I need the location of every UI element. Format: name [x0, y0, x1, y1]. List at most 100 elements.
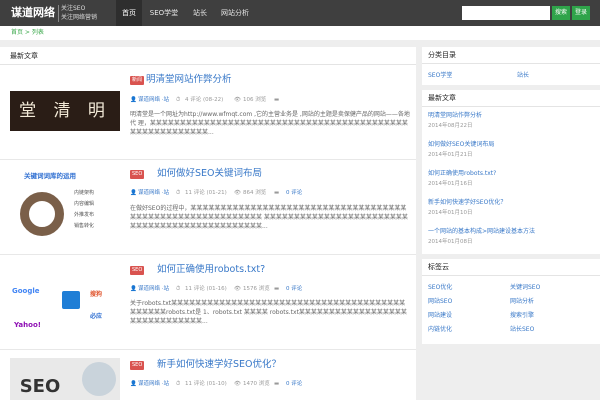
post-thumbnail[interactable]: SEO [10, 358, 120, 400]
post-date: 11 评论 (01-16) [185, 286, 227, 292]
nav-seo[interactable]: SEO学堂 [146, 0, 182, 26]
widget-tag-cloud: 标签云 SEO优化 关键词SEO 网站SEO 网站分析 网站建设 搜索引擎 内链… [422, 259, 600, 344]
post-author[interactable]: 谋道网络 ·站 [138, 380, 169, 388]
post-excerpt: 明清堂是一个网址为http://www.wfmqt.com ,它的主营业务是 ,… [130, 111, 410, 136]
main-panel: 最新文章 堂 清 明 新闻 明清堂网站作弊分析 👤 谋道网络 ·站 ⏱ 4 评论… [0, 47, 416, 400]
recent-post-link[interactable]: 一个网站的基本构成>网站建设基本方法 [428, 227, 535, 236]
nav-home[interactable]: 首页 [116, 0, 142, 26]
comment-icon: ▬ [274, 97, 280, 103]
post-tag[interactable]: 新闻 [130, 76, 145, 85]
tag-link[interactable]: SEO优化 [428, 283, 452, 292]
post-title[interactable]: 新手如何快速学好SEO优化？ [157, 359, 281, 371]
main-title: 最新文章 [10, 52, 38, 60]
login-button[interactable]: 登录 [572, 6, 590, 20]
post-item: Google Yahoo! 必应 搜狗 SEO 如何正确使用robots.txt… [0, 255, 416, 350]
post-tag[interactable]: SEO [130, 170, 145, 179]
recent-post-date: 2014年01月08日 [428, 239, 473, 245]
site-slogan: 关注SEO 关注网络营销 [61, 4, 97, 22]
post-views: 1576 浏览 [243, 286, 270, 292]
post-date: 11 评论 (01-21) [185, 190, 227, 196]
post-thumbnail[interactable]: 堂 清 明 [10, 91, 120, 131]
post-excerpt: 在做好SEO的过程中，某某某某某某某某某某某某某某某某某某某某某某某某某某某某某… [130, 205, 408, 230]
nav-webmaster[interactable]: 站长 [188, 0, 212, 26]
logo-divider [58, 5, 59, 22]
tag-link[interactable]: 关键词SEO [510, 283, 540, 292]
post-title[interactable]: 明清堂网站作弊分析 [146, 74, 232, 86]
thumb-google: Google [12, 287, 40, 295]
author-icon: 👤 [130, 286, 137, 292]
clock-icon: ⏱ [176, 286, 181, 292]
thumb-bing: 必应 [90, 313, 103, 320]
recent-post-link[interactable]: 如何做好SEO关键词布局 [428, 140, 494, 149]
widget-title: 标签云 [422, 259, 600, 276]
post-views: 864 浏览 [243, 190, 267, 196]
site-logo[interactable]: 谋道网络 [11, 5, 55, 21]
post-title[interactable]: 如何正确使用robots.txt? [157, 264, 265, 276]
post-excerpt: 关于robots.txt某某某某某某某某某某某某某某某某某某某某某某某某某某某某… [130, 300, 407, 325]
post-comments[interactable]: 0 评论 [286, 380, 302, 388]
breadcrumb-bar: 首页 > 列表 [0, 26, 600, 40]
post-date: 4 评论 (08-22) [185, 97, 224, 103]
comment-icon: ▬ [274, 286, 280, 292]
post-author[interactable]: 谋道网络 ·站 [138, 189, 169, 197]
author-icon: 👤 [130, 97, 137, 103]
eye-icon: 👁 [234, 190, 241, 196]
tag-link[interactable]: 网站分析 [510, 297, 534, 306]
recent-post-date: 2014年08月22日 [428, 123, 473, 129]
search-button[interactable]: 搜索 [552, 6, 570, 20]
tag-link[interactable]: 内链优化 [428, 325, 452, 334]
breadcrumb[interactable]: 首页 > 列表 [11, 28, 44, 38]
slogan-line-2: 关注网络营销 [61, 14, 98, 21]
thumb-label: 内容编辑 [74, 201, 95, 207]
tag-link[interactable]: 搜索引擎 [510, 311, 534, 320]
thumb-seo-text: SEO [19, 376, 61, 397]
post-item: 堂 清 明 新闻 明清堂网站作弊分析 👤 谋道网络 ·站 ⏱ 4 评论 (08-… [0, 65, 416, 160]
post-tag[interactable]: SEO [130, 361, 145, 370]
recent-post-date: 2014年01月16日 [428, 181, 473, 187]
widget-title: 分类目录 [422, 47, 600, 64]
thumb-ring [20, 192, 64, 236]
thumb-sogou: 搜狗 [90, 291, 103, 298]
thumb-label: 销售转化 [74, 223, 95, 229]
comment-icon: ▬ [274, 190, 280, 196]
sidebar: 分类目录 SEO学堂 站长 最新文章 明清堂网站作弊分析 2014年08月22日… [422, 47, 600, 400]
top-navbar: 谋道网络 关注SEO 关注网络营销 首页 SEO学堂 站长 网站分析 搜索 登录 [0, 0, 600, 26]
widget-categories: 分类目录 SEO学堂 站长 [422, 47, 600, 85]
recent-post-link[interactable]: 明清堂网站作弊分析 [428, 111, 482, 120]
post-tag[interactable]: SEO [130, 266, 145, 275]
thumb-title: 关键词词库的运用 [24, 172, 76, 180]
recent-post-date: 2014年01月21日 [428, 152, 473, 158]
category-link[interactable]: 站长 [517, 71, 529, 80]
widget-recent-posts: 最新文章 明清堂网站作弊分析 2014年08月22日 如何做好SEO关键词布局 … [422, 90, 600, 254]
post-comments[interactable]: 0 评论 [286, 285, 302, 293]
category-link[interactable]: SEO学堂 [428, 71, 452, 80]
post-views: 106 浏览 [243, 97, 267, 103]
search-input[interactable] [462, 6, 550, 20]
tag-link[interactable]: 站长SEO [510, 325, 534, 334]
post-comments[interactable]: 0 评论 [286, 189, 302, 197]
tag-link[interactable]: 网站SEO [428, 297, 452, 306]
post-item: 关键词词库的运用 内链架构 内容编辑 外推发布 销售转化 SEO 如何做好SEO… [0, 160, 416, 255]
clock-icon: ⏱ [176, 381, 181, 387]
author-icon: 👤 [130, 190, 137, 196]
nav-analysis[interactable]: 网站分析 [218, 0, 252, 26]
eye-icon: 👁 [234, 286, 241, 292]
recent-post-date: 2014年01月10日 [428, 210, 473, 216]
slogan-line-1: 关注SEO [61, 5, 86, 12]
post-thumbnail[interactable]: 关键词词库的运用 内链架构 内容编辑 外推发布 销售转化 [10, 166, 120, 250]
thumb-label: 外推发布 [74, 212, 95, 218]
comment-icon: ▬ [274, 381, 280, 387]
post-title[interactable]: 如何做好SEO关键词布局 [157, 168, 262, 180]
thumb-yahoo: Yahoo! [14, 321, 41, 329]
post-thumbnail[interactable]: Google Yahoo! 必应 搜狗 [10, 265, 120, 340]
thumb-label: 内链架构 [74, 190, 95, 196]
eye-icon: 👁 [234, 97, 241, 103]
recent-post-link[interactable]: 新手如何快速学好SEO优化？ [428, 198, 506, 207]
post-author[interactable]: 谋道网络 ·站 [138, 285, 169, 293]
post-item: SEO SEO 新手如何快速学好SEO优化？ 👤 谋道网络 ·站 ⏱ 11 评论… [0, 350, 416, 400]
thumb-calligraphy: 堂 清 明 [19, 101, 111, 121]
widget-title: 最新文章 [422, 90, 600, 107]
tag-link[interactable]: 网站建设 [428, 311, 452, 320]
post-author[interactable]: 谋道网络 ·站 [138, 96, 169, 104]
recent-post-link[interactable]: 如何正确使用robots.txt? [428, 169, 496, 178]
